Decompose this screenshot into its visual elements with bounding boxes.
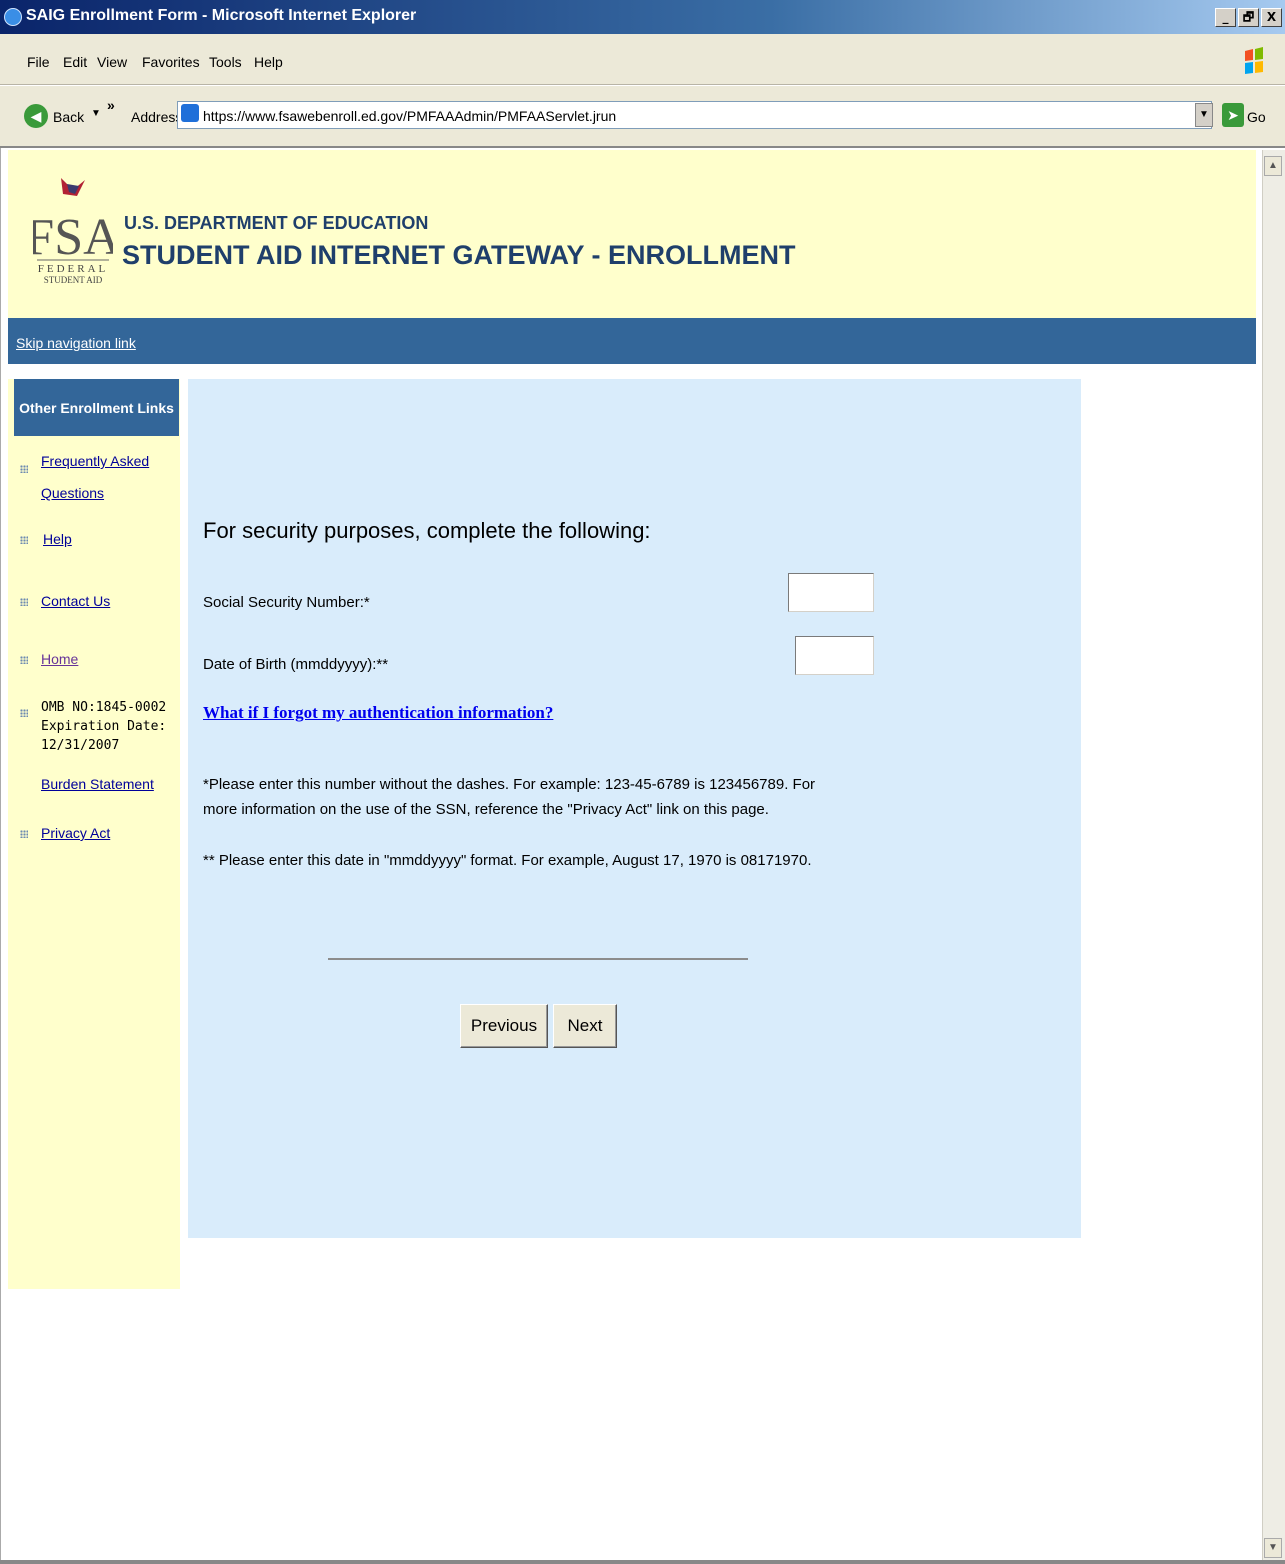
- bullet-icon: [20, 656, 28, 664]
- fsa-logo: FSA FEDERAL STUDENT AID: [33, 178, 113, 285]
- bullet-icon: [20, 598, 28, 606]
- page-icon: [181, 104, 199, 122]
- window-title: SAIG Enrollment Form - Microsoft Interne…: [26, 7, 417, 24]
- menu-tools[interactable]: Tools: [209, 54, 242, 70]
- sidebar-link-burden[interactable]: Burden Statement: [41, 776, 154, 792]
- nav-bar: [8, 318, 1256, 364]
- bullet-icon: [20, 830, 28, 838]
- restore-button[interactable]: 🗗: [1238, 8, 1259, 27]
- minimize-button[interactable]: _: [1215, 8, 1236, 27]
- menu-edit[interactable]: Edit: [63, 54, 87, 70]
- scroll-up-icon[interactable]: ▲: [1264, 156, 1282, 176]
- menu-view[interactable]: View: [97, 54, 127, 70]
- window-bottom-border: [0, 1560, 1285, 1564]
- ssn-note: *Please enter this number without the da…: [203, 776, 816, 818]
- menu-help[interactable]: Help: [254, 54, 283, 70]
- svg-text:FEDERAL: FEDERAL: [38, 263, 109, 275]
- back-button-label[interactable]: Back: [53, 109, 84, 125]
- sidebar-link-faq-line2[interactable]: Questions: [41, 485, 104, 501]
- window-left-border: [0, 148, 8, 1564]
- address-label: Address: [131, 109, 183, 125]
- next-button[interactable]: Next: [553, 1004, 617, 1048]
- back-arrow-icon[interactable]: ◀: [24, 104, 48, 128]
- vertical-scrollbar[interactable]: [1262, 150, 1285, 1564]
- ie-icon: [4, 8, 22, 26]
- svg-text:STUDENT AID: STUDENT AID: [44, 275, 103, 285]
- windows-logo-icon: [1245, 47, 1263, 74]
- sidebar-link-help[interactable]: Help: [43, 531, 72, 547]
- dob-label: Date of Birth (mmddyyyy):**: [203, 656, 389, 673]
- scroll-down-icon[interactable]: ▼: [1264, 1538, 1282, 1558]
- divider: [328, 958, 748, 960]
- ssn-input[interactable]: [788, 573, 874, 612]
- address-url[interactable]: https://www.fsawebenroll.ed.gov/PMFAAAdm…: [203, 108, 616, 124]
- menu-file[interactable]: File: [27, 54, 50, 70]
- dob-note: ** Please enter this date in "mmddyyyy" …: [203, 852, 812, 869]
- ssn-label: Social Security Number:*: [203, 594, 370, 611]
- bullet-icon: [20, 536, 28, 544]
- svg-text:FSA: FSA: [33, 209, 113, 266]
- form-heading: For security purposes, complete the foll…: [203, 518, 651, 543]
- bullet-icon: [20, 709, 28, 717]
- close-button[interactable]: X: [1261, 8, 1282, 27]
- sidebar-heading-text: Other Enrollment Links: [19, 399, 174, 416]
- go-arrow-icon[interactable]: ➤: [1222, 103, 1244, 127]
- go-button-label[interactable]: Go: [1247, 109, 1266, 125]
- sidebar-link-contact[interactable]: Contact Us: [41, 593, 110, 609]
- sidebar-heading: Other Enrollment Links: [14, 379, 179, 436]
- forgot-authentication-link[interactable]: What if I forgot my authentication infor…: [203, 703, 553, 723]
- omb-expiration-date: 12/31/2007: [41, 738, 120, 753]
- omb-expiration-label: Expiration Date:: [41, 719, 167, 734]
- sidebar-link-privacy[interactable]: Privacy Act: [41, 825, 110, 841]
- menu-favorites[interactable]: Favorites: [142, 54, 200, 70]
- sidebar-link-faq[interactable]: Frequently Asked: [41, 453, 149, 469]
- page-title: STUDENT AID INTERNET GATEWAY - ENROLLMEN…: [122, 240, 796, 270]
- toolbar-chevron-icon[interactable]: »: [107, 97, 115, 113]
- sidebar-link-home[interactable]: Home: [41, 651, 78, 667]
- page-header: [8, 150, 1256, 318]
- bullet-icon: [20, 465, 28, 473]
- previous-button[interactable]: Previous: [460, 1004, 548, 1048]
- back-dropdown-icon[interactable]: ▼: [91, 108, 101, 119]
- omb-number: OMB NO:1845-0002: [41, 700, 167, 715]
- department-name: U.S. DEPARTMENT OF EDUCATION: [124, 213, 429, 233]
- address-dropdown-icon[interactable]: ▼: [1195, 103, 1213, 127]
- skip-navigation-link[interactable]: Skip navigation link: [16, 335, 136, 351]
- dob-input[interactable]: [795, 636, 874, 675]
